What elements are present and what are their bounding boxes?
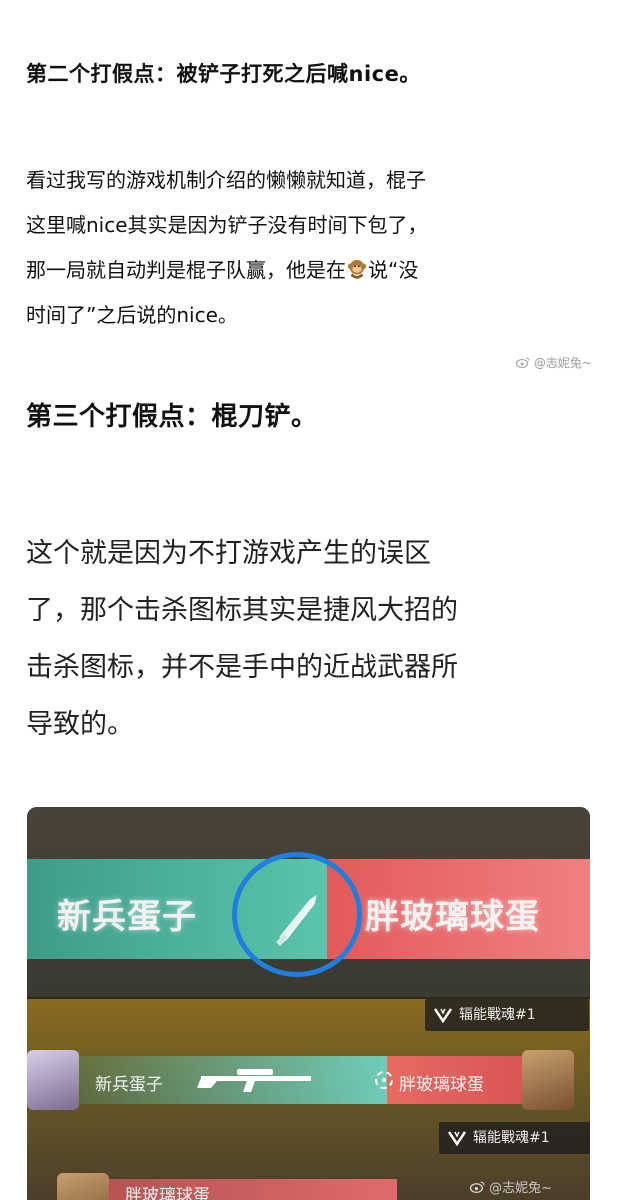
sniper-rifle-icon: [197, 1069, 311, 1092]
killer-name: 新兵蛋子: [95, 1075, 163, 1095]
killfeed-row: 新兵蛋子 胖玻璃球蛋: [27, 1050, 590, 1110]
kill-banner: 新兵蛋子 胖玻璃球蛋: [27, 807, 590, 997]
monkey-emoji-icon: [347, 259, 367, 279]
kill-tag-text: 辐能戰魂#1: [473, 1130, 550, 1146]
victim-name: 胖玻璃球蛋: [365, 897, 540, 937]
killfeed: 辐能戰魂#1 新兵蛋子 胖玻璃球蛋 辐能戰魂#1 胖玻璃球蛋: [27, 999, 590, 1200]
killer-name: 新兵蛋子: [57, 897, 197, 937]
avatar: [57, 1173, 109, 1200]
avatar: [522, 1050, 574, 1110]
paragraph-line: 导致的。: [26, 709, 134, 740]
paragraph-game-mechanics: 看过我写的游戏机制介绍的懒懒就知道，棍子 这里喊nice其实是因为铲子没有时间下…: [26, 158, 586, 338]
kill-tag-text: 辐能戰魂#1: [459, 1007, 536, 1023]
crosshair-icon: [375, 1071, 393, 1089]
kill-tag: 辐能戰魂#1: [425, 999, 589, 1031]
paragraph-fragment: 说“没: [368, 258, 419, 282]
weibo-logo-icon: [469, 1181, 485, 1193]
victim-name: 胖玻璃球蛋: [125, 1186, 210, 1200]
paragraph-line: 这个就是因为不打游戏产生的误区: [26, 538, 431, 569]
paragraph-line: 这里喊nice其实是因为铲子没有时间下包了，: [26, 213, 428, 237]
rank-badge-icon: [433, 1008, 453, 1024]
paragraph-line: 看过我写的游戏机制介绍的懒懒就知道，棍子: [26, 168, 426, 192]
weibo-logo-icon: [515, 357, 530, 369]
rank-badge-icon: [447, 1131, 467, 1147]
paragraph-line: 击杀图标，并不是手中的近战武器所: [26, 652, 458, 683]
victim-name: 胖玻璃球蛋: [399, 1075, 484, 1095]
watermark-text: @志妮兔~: [489, 1181, 553, 1196]
paragraph-fragment: 那一局就自动判是棍子队赢，他是在: [26, 258, 346, 282]
watermark-text: @志妮兔~: [533, 356, 592, 370]
paragraph-kill-icon: 这个就是因为不打游戏产生的误区 了，那个击杀图标其实是捷风大招的 击杀图标，并不…: [26, 525, 586, 753]
heading-fake-point-3: 第三个打假点：棍刀铲。: [26, 402, 318, 432]
watermark: @志妮兔~: [515, 354, 592, 371]
avatar: [27, 1050, 79, 1110]
highlight-circle: [232, 852, 362, 977]
kill-tag: 辐能戰魂#1: [439, 1122, 590, 1154]
game-screenshot: 新兵蛋子 胖玻璃球蛋 辐能戰魂#1 新兵蛋子 胖玻璃球蛋 辐能戰魂#1 胖玻璃球…: [27, 807, 590, 1200]
watermark: @志妮兔~: [469, 1177, 553, 1196]
paragraph-line: 了，那个击杀图标其实是捷风大招的: [26, 595, 458, 626]
paragraph-line: 那一局就自动判是棍子队赢，他是在 说“没: [26, 248, 586, 293]
paragraph-line: 时间了”之后说的nice。: [26, 303, 238, 327]
killfeed-row-teal: [67, 1179, 397, 1200]
heading-fake-point-2: 第二个打假点：被铲子打死之后喊nice。: [26, 62, 421, 86]
